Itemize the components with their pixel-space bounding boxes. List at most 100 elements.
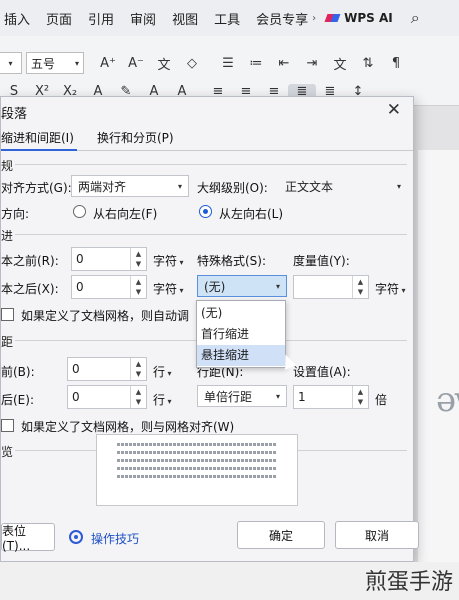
phonetic-guide-icon[interactable]: 文 <box>150 54 178 73</box>
wps-ai-label: WPS AI <box>344 11 393 25</box>
indent-after-label: 本之后(X): <box>1 282 59 296</box>
ok-button[interactable]: 确定 <box>237 521 325 549</box>
decrease-indent-icon[interactable]: ⇤ <box>270 56 298 71</box>
spacing-after-spinner[interactable]: 0 ▲ ▼ <box>67 385 147 409</box>
direction-label: 方向: <box>1 207 30 221</box>
wps-ai-button[interactable]: WPS AI <box>326 11 393 25</box>
menu-tools[interactable]: 工具 <box>206 9 248 28</box>
menu-insert[interactable]: 插入 <box>2 9 38 28</box>
spacing-after-unit-text: 行 <box>153 393 166 407</box>
spinner-arrows-icon[interactable]: ▲ ▼ <box>130 276 146 298</box>
indent-grid-checkbox[interactable] <box>1 308 14 321</box>
indent-after-value: 0 <box>76 280 84 294</box>
grow-font-icon[interactable]: A⁺ <box>94 56 122 71</box>
measure-label: 度量值(Y): <box>293 254 350 268</box>
line-spacing-select[interactable]: 单倍行距 ▾ <box>197 385 287 407</box>
menu-view[interactable]: 视图 <box>164 9 206 28</box>
numbering-icon[interactable]: ≔ <box>242 56 270 71</box>
spinner-arrows-icon[interactable]: ▲ ▼ <box>352 386 368 408</box>
spacing-grid-checkbox[interactable] <box>1 419 14 432</box>
clear-format-icon[interactable]: ◇ <box>178 56 206 71</box>
spacing-after-value: 0 <box>72 390 80 404</box>
indent-before-value: 0 <box>76 252 84 266</box>
spacing-after-unit[interactable]: 行 ▾ <box>153 391 172 408</box>
indent-grid-checkbox-label: 如果定义了文档网格，则自动调 <box>21 309 190 323</box>
chevron-down-icon: ▾ <box>275 391 280 401</box>
indent-after-unit[interactable]: 字符 ▾ <box>153 280 184 297</box>
dialog-tabs: 缩进和间距(I) 换行和分页(P) <box>1 127 413 151</box>
option-first-line-indent[interactable]: 首行缩进 <box>197 324 285 345</box>
option-hanging-indent[interactable]: 悬挂缩进 <box>197 345 285 366</box>
sort-icon[interactable]: ⇅ <box>354 56 382 71</box>
show-marks-icon[interactable]: ¶ <box>382 56 410 71</box>
spacing-grid-checkbox-label: 如果定义了文档网格，则与网格对齐(W) <box>21 420 235 434</box>
watermark: 煎蛋手游 <box>364 570 453 595</box>
setting-value-unit: 倍 <box>375 393 388 407</box>
spinner-arrows-icon[interactable]: ▲ ▼ <box>130 386 146 408</box>
spinner-arrows-icon[interactable]: ▲ ▼ <box>130 248 146 270</box>
dialog-title: 段落 <box>1 107 28 122</box>
outline-level-select[interactable]: 正文文本 ▾ <box>283 175 407 197</box>
measure-unit-text: 字符 <box>375 282 400 296</box>
tips-link[interactable]: 操作技巧 <box>91 530 139 547</box>
measure-unit[interactable]: 字符 ▾ <box>375 280 406 297</box>
outline-level-label: 大纲级别(O): <box>197 181 268 195</box>
special-format-value: (无) <box>204 279 226 294</box>
special-format-select[interactable]: (无) ▾ <box>197 275 287 297</box>
option-none[interactable]: (无) <box>197 303 285 324</box>
indent-before-label: 本之前(R): <box>1 254 59 268</box>
measure-spinner[interactable]: ▲ ▼ <box>293 275 369 299</box>
indent-before-spinner[interactable]: 0 ▲ ▼ <box>71 247 147 271</box>
font-size-select[interactable]: 五号 ▾ <box>26 52 84 74</box>
bullets-icon[interactable]: ☰ <box>214 56 242 71</box>
section-spacing-title: 距 <box>1 335 14 349</box>
setting-value-spinner[interactable]: 1 ▲ ▼ <box>293 385 369 409</box>
chevron-down-icon: ▾ <box>165 369 172 378</box>
chinese-layout-icon[interactable]: 文 <box>326 54 354 73</box>
spacing-before-unit[interactable]: 行 ▾ <box>153 363 172 380</box>
spinner-arrows-icon[interactable]: ▲ ▼ <box>130 358 146 380</box>
tips-icon <box>69 530 83 544</box>
cancel-button[interactable]: 取消 <box>335 521 419 549</box>
alignment-value: 两端对齐 <box>78 179 127 194</box>
indent-after-spinner[interactable]: 0 ▲ ▼ <box>71 275 147 299</box>
rtl-radio[interactable] <box>73 205 86 218</box>
spacing-after-label: 后(E): <box>1 393 34 407</box>
alignment-select[interactable]: 两端对齐 ▾ <box>71 175 189 197</box>
indent-after-unit-text: 字符 <box>153 282 178 296</box>
section-divider <box>15 164 407 165</box>
spacing-before-label: 前(B): <box>1 365 35 379</box>
preview-line <box>117 459 277 462</box>
chevron-down-icon: ▾ <box>177 181 182 191</box>
chevron-right-icon[interactable]: › <box>312 13 316 24</box>
spacing-before-unit-text: 行 <box>153 365 166 379</box>
spacing-before-spinner[interactable]: 0 ▲ ▼ <box>67 357 147 381</box>
rtl-label: 从右向左(F) <box>93 207 158 221</box>
tabs-button[interactable]: 表位(T)... <box>1 523 55 553</box>
tab-line-page-breaks[interactable]: 换行和分页(P) <box>97 129 174 146</box>
tab-indent-spacing[interactable]: 缩进和间距(I) <box>1 129 74 146</box>
section-general-title: 规 <box>1 159 14 173</box>
menu-page[interactable]: 页面 <box>38 9 80 28</box>
chevron-down-icon: ▾ <box>165 397 172 406</box>
menu-member[interactable]: 会员专享 <box>248 9 316 28</box>
ltr-radio[interactable] <box>199 205 212 218</box>
chevron-down-icon: ▾ <box>399 286 406 295</box>
indent-before-unit-text: 字符 <box>153 254 178 268</box>
indent-before-unit[interactable]: 字符 ▾ <box>153 252 184 269</box>
document-page[interactable] <box>418 150 459 590</box>
spinner-arrows-icon[interactable]: ▲ ▼ <box>352 276 368 298</box>
document-text-fragment: ǝw <box>436 380 459 420</box>
shrink-font-icon[interactable]: A⁻ <box>122 56 150 71</box>
increase-indent-icon[interactable]: ⇥ <box>298 56 326 71</box>
menu-references[interactable]: 引用 <box>80 9 122 28</box>
font-size-value: 五号 <box>31 56 56 71</box>
search-icon[interactable]: ⌕ <box>411 8 420 28</box>
close-icon[interactable]: ✕ <box>387 100 401 120</box>
font-name-dropdown[interactable]: ▾ <box>0 52 22 74</box>
preview-line <box>117 451 277 454</box>
wps-ai-logo-icon <box>326 13 340 23</box>
section-divider <box>15 234 407 235</box>
menu-review[interactable]: 审阅 <box>122 9 164 28</box>
paragraph-preview <box>96 434 298 506</box>
